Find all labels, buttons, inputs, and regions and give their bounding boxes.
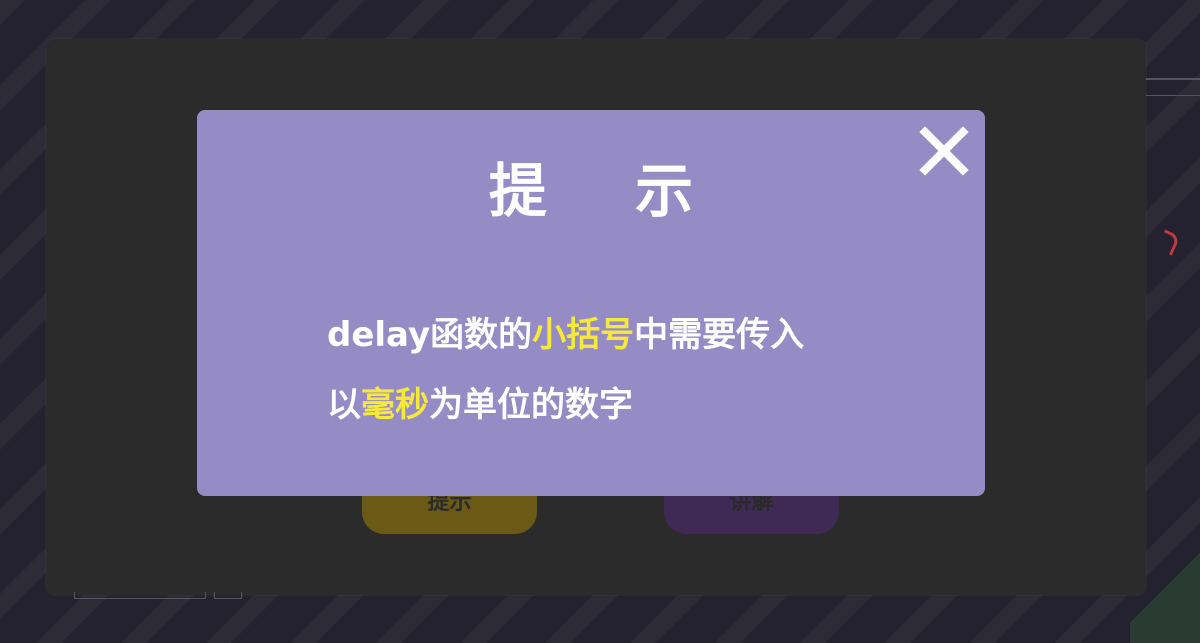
- message-text: 为单位的数字: [429, 385, 633, 425]
- background-rule: [1140, 95, 1200, 96]
- hint-dialog: 提 示 delay函数的小括号中需要传入 以毫秒为单位的数字: [197, 110, 985, 496]
- message-highlight: 毫秒: [361, 385, 429, 425]
- close-icon: [919, 126, 969, 176]
- background-frame: [214, 592, 242, 599]
- dialog-message: delay函数的小括号中需要传入 以毫秒为单位的数字: [327, 300, 927, 440]
- hint-button: 提示: [362, 490, 537, 534]
- message-text: 中需要传入: [634, 315, 805, 355]
- message-highlight: 小括号: [532, 315, 635, 355]
- message-line-2: 以毫秒为单位的数字: [327, 370, 927, 440]
- message-text: delay函数的: [327, 315, 533, 355]
- message-text: 以: [327, 385, 361, 425]
- dialog-title: 提 示: [488, 157, 728, 225]
- background-frame: [74, 592, 206, 599]
- close-button[interactable]: [919, 126, 969, 176]
- explain-button: 讲解: [664, 490, 839, 534]
- background-rule: [1140, 78, 1200, 80]
- message-line-1: delay函数的小括号中需要传入: [327, 300, 927, 370]
